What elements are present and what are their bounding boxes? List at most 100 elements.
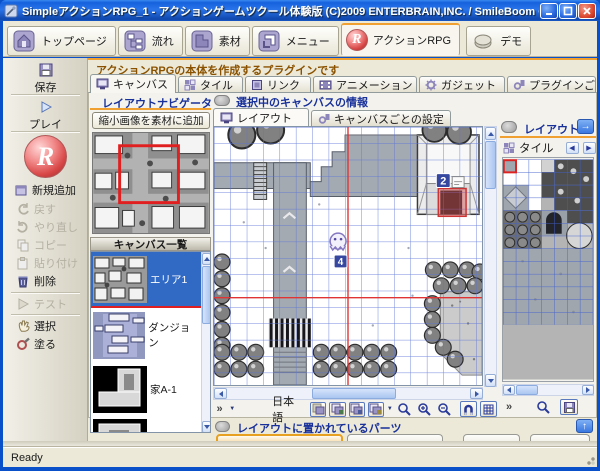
paint-tool-button[interactable]: 塗る [3, 336, 88, 352]
redo-label: やり直し [34, 222, 78, 234]
palette-next-button[interactable]: ▶ [582, 141, 596, 154]
scroll-thumb[interactable] [202, 266, 210, 324]
canvas-list-scrollbar[interactable] [201, 252, 210, 432]
plugin-tab-link[interactable]: リンク [245, 76, 311, 93]
add-thumbnail-button[interactable]: 縮小画像を素材に追加 [92, 112, 210, 129]
copy-button: コピー [3, 237, 88, 253]
paste-icon [16, 256, 30, 270]
grid-toggle[interactable] [479, 401, 498, 417]
test-label: テスト [34, 299, 67, 311]
scroll-thumb[interactable] [485, 141, 496, 189]
tab-label: メニュー [285, 36, 330, 48]
plugin-tab-canvas[interactable]: キャンバス [90, 74, 176, 93]
main-toolbar: トップページ 流れ 素材 メニュー R アクションRPG デモ [3, 21, 597, 57]
app-icon [4, 4, 18, 18]
play-icon [38, 99, 54, 115]
canvas-hscrollbar[interactable] [213, 387, 483, 400]
plugin-tab-animation[interactable]: アニメーション [313, 76, 417, 93]
link-icon [251, 79, 263, 91]
canvas-thumbnail [93, 311, 146, 359]
tab-demo[interactable]: デモ [466, 26, 532, 56]
layer-toggle-4[interactable] [367, 401, 384, 417]
caret-down-icon[interactable]: ▼ [387, 406, 393, 412]
plugin-tab-tile[interactable]: タイル [178, 76, 243, 93]
plugin-tab-plugin-settings[interactable]: プラグインごとの設定 [507, 76, 596, 93]
divider [11, 314, 80, 316]
save-button[interactable]: 保存 [3, 62, 88, 95]
layer-toggle-2[interactable] [329, 401, 346, 417]
app-window: SimpleアクションRPG_1 - アクションゲームツクール体験版 (C)20… [0, 0, 600, 471]
canvas-thumbnail [93, 365, 147, 413]
canvas-toolbar: » ▼ 日本語 ▼ [213, 396, 498, 424]
select-tool-button[interactable]: 選択 [3, 318, 88, 334]
scroll-left-button[interactable] [214, 388, 227, 399]
tab-flow[interactable]: 流れ [117, 26, 183, 56]
status-bar: Ready [3, 447, 597, 467]
scroll-right-button[interactable] [582, 385, 594, 395]
palette-zoom-button[interactable] [534, 400, 552, 415]
caret-down-icon[interactable]: ▼ [229, 406, 235, 412]
scroll-thumb[interactable] [516, 385, 538, 395]
material-icon [190, 29, 214, 53]
delete-button[interactable]: 削除 [3, 273, 88, 289]
save-label: 保存 [34, 82, 57, 94]
maximize-button[interactable] [559, 2, 577, 19]
zoom-out-button[interactable] [436, 402, 453, 417]
scroll-down-button[interactable] [202, 421, 210, 432]
toolbar-overflow-button[interactable]: » [213, 403, 226, 415]
map-edit-canvas[interactable]: 2 4 [213, 126, 483, 386]
tab-label: 流れ [151, 36, 174, 48]
tab-action-rpg[interactable]: R アクションRPG [340, 23, 461, 56]
scroll-up-button[interactable] [485, 127, 496, 140]
scroll-right-button[interactable] [470, 388, 483, 399]
palette-hscrollbar[interactable] [502, 384, 594, 396]
home-icon [12, 29, 36, 53]
layout-navigator-minimap[interactable] [92, 132, 210, 234]
play-button[interactable]: プレイ [3, 99, 88, 132]
layer-toggle-3[interactable] [348, 401, 365, 417]
drop-indicator [91, 306, 201, 308]
info-tab-layout[interactable]: レイアウト [213, 108, 309, 126]
new-document-icon [14, 183, 28, 197]
zoom-fit-button[interactable] [396, 402, 413, 417]
tab-material[interactable]: 素材 [184, 26, 250, 56]
command-sidebar: 保存 プレイ R 新規追加 戻す やり直し コピー 貼り付け 削除 テスト 選択… [3, 58, 88, 441]
palette-prev-button[interactable]: ◀ [565, 141, 579, 154]
scroll-up-button[interactable] [202, 253, 210, 265]
canvas-list-item-house-a1[interactable]: 家A-1 [91, 363, 201, 415]
new-add-button[interactable]: 新規追加 [3, 182, 88, 198]
tile-palette[interactable] [502, 157, 594, 382]
scroll-down-button[interactable] [485, 374, 496, 387]
panel-expand-right-button[interactable]: → [577, 119, 594, 134]
resize-grip[interactable] [583, 453, 595, 465]
panel-knob[interactable] [501, 121, 517, 133]
panel-expand-up-button[interactable]: ↑ [576, 419, 593, 433]
canvas-list-item-dungeon[interactable]: ダンジョン [91, 309, 201, 361]
tab-menu[interactable]: メニュー [251, 26, 339, 56]
tab-label: プラグインごとの設定 [529, 80, 595, 92]
scroll-thumb[interactable] [312, 388, 396, 399]
panel-knob[interactable] [215, 421, 230, 432]
canvas-list-item-kaifukuya[interactable]: 回復屋-1 [91, 417, 201, 432]
tile-palette-tab[interactable]: タイル ◀ ▶ [503, 140, 596, 155]
palette-save-button[interactable] [560, 399, 578, 415]
menu-icon [257, 29, 281, 53]
palette-overflow-button[interactable]: » [502, 401, 516, 413]
snap-magnet-toggle[interactable] [459, 401, 477, 417]
zoom-in-button[interactable] [416, 402, 433, 417]
minimize-button[interactable] [540, 2, 558, 19]
tab-top-page[interactable]: トップページ [7, 26, 116, 56]
demo-icon [471, 29, 495, 53]
panel-knob[interactable] [214, 95, 230, 106]
accent-rule [500, 136, 596, 138]
undo-button: 戻す [3, 201, 88, 217]
info-tab-canvas-settings[interactable]: キャンバスごとの設定 [311, 110, 451, 126]
canvas-list-item-area1[interactable]: エリア1 [91, 252, 201, 307]
close-button[interactable] [578, 2, 596, 19]
plugin-tab-gadget[interactable]: ガジェット [419, 76, 505, 93]
scroll-left-button[interactable] [503, 385, 515, 395]
layer-toggle-1[interactable] [310, 401, 327, 417]
hand-icon [16, 319, 30, 333]
title-bar[interactable]: SimpleアクションRPG_1 - アクションゲームツクール体験版 (C)20… [0, 0, 600, 21]
canvas-vscrollbar[interactable] [484, 126, 497, 387]
